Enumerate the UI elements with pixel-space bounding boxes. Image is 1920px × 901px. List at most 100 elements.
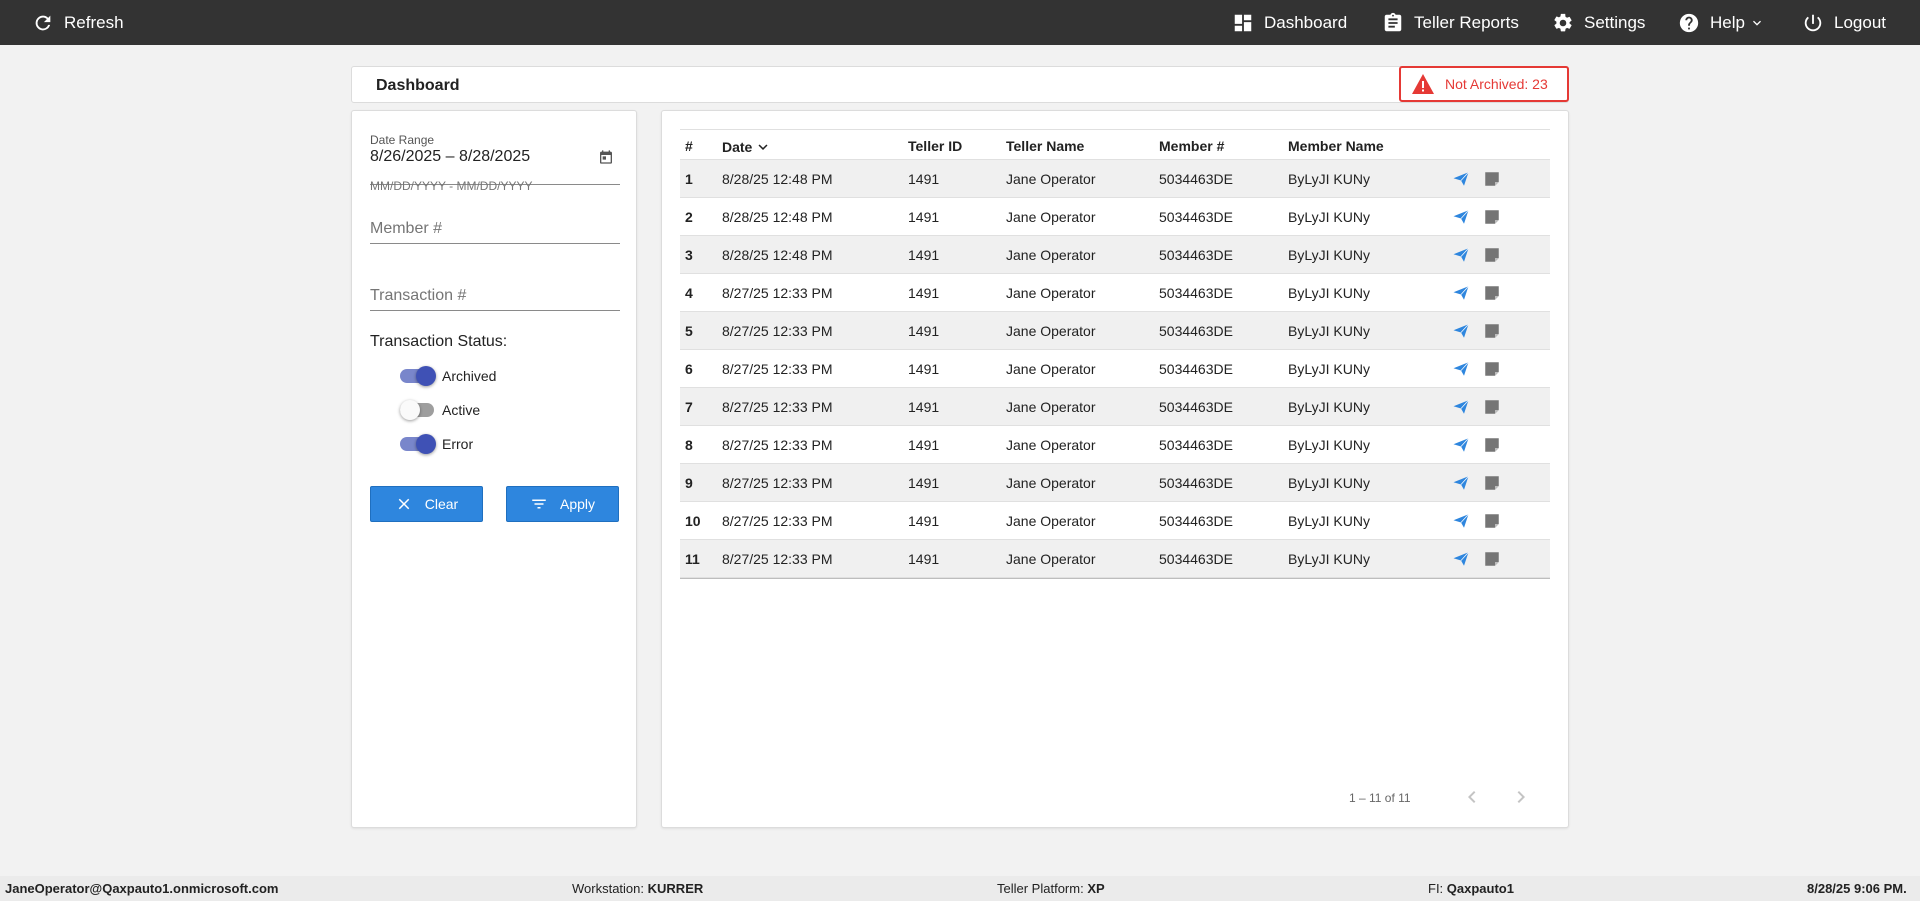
send-icon[interactable]	[1451, 474, 1471, 492]
dashboard-header: Dashboard	[351, 66, 1569, 103]
note-icon[interactable]	[1483, 550, 1501, 568]
nav-settings[interactable]: Settings	[1552, 0, 1645, 45]
row-teller-id: 1491	[908, 551, 940, 567]
toggle-error[interactable]: Error	[400, 434, 473, 454]
send-icon[interactable]	[1451, 322, 1471, 340]
row-member-number: 5034463DE	[1159, 437, 1233, 453]
transaction-input[interactable]	[370, 281, 620, 305]
row-number: 9	[685, 475, 693, 491]
row-teller-name: Jane Operator	[1006, 551, 1096, 567]
note-icon[interactable]	[1483, 436, 1501, 454]
table-row[interactable]: 6 8/27/25 12:33 PM 1491 Jane Operator 503446…	[680, 350, 1550, 388]
table-row[interactable]: 5 8/27/25 12:33 PM 1491 Jane Operator 503446…	[680, 312, 1550, 350]
row-teller-id: 1491	[908, 361, 940, 377]
power-icon	[1804, 14, 1822, 31]
table-row[interactable]: 4 8/27/25 12:33 PM 1491 Jane Operator 503446…	[680, 274, 1550, 312]
row-teller-name: Jane Operator	[1006, 323, 1096, 339]
footer-platform-label: Teller Platform:	[997, 881, 1084, 896]
active-switch[interactable]	[400, 400, 436, 420]
refresh-button[interactable]: Refresh	[32, 0, 124, 45]
send-icon[interactable]	[1451, 398, 1471, 416]
nav-teller-reports[interactable]: Teller Reports	[1382, 0, 1519, 45]
send-icon[interactable]	[1451, 360, 1471, 378]
table-row[interactable]: 10 8/27/25 12:33 PM 1491 Jane Operator 50344…	[680, 502, 1550, 540]
member-input[interactable]	[370, 214, 620, 238]
table-row[interactable]: 8 8/27/25 12:33 PM 1491 Jane Operator 503446…	[680, 426, 1550, 464]
nav-dashboard[interactable]: Dashboard	[1232, 0, 1347, 45]
send-icon[interactable]	[1451, 550, 1471, 568]
previous-page-icon[interactable]	[1460, 785, 1484, 809]
send-icon[interactable]	[1451, 170, 1471, 188]
archived-switch[interactable]	[400, 366, 436, 386]
page-title: Dashboard	[376, 77, 460, 94]
row-member-name: ByLyJI KUNy	[1288, 171, 1370, 187]
row-teller-name: Jane Operator	[1006, 361, 1096, 377]
note-icon[interactable]	[1483, 322, 1501, 340]
row-member-number: 5034463DE	[1159, 513, 1233, 529]
col-teller-name: Teller Name	[1006, 138, 1085, 154]
send-icon[interactable]	[1451, 436, 1471, 454]
send-icon[interactable]	[1451, 284, 1471, 302]
date-format-hint: MM/DD/YYYY - MM/DD/YYYY	[370, 179, 533, 193]
chevron-down-icon	[1752, 20, 1761, 26]
col-teller-id: Teller ID	[908, 138, 963, 154]
row-member-name: ByLyJI KUNy	[1288, 323, 1370, 339]
row-member-number: 5034463DE	[1159, 171, 1233, 187]
toggle-archived-label: Archived	[442, 368, 497, 384]
note-icon[interactable]	[1483, 360, 1501, 378]
not-archived-label: Not Archived: 23	[1445, 76, 1548, 92]
note-icon[interactable]	[1483, 398, 1501, 416]
send-icon[interactable]	[1451, 246, 1471, 264]
table-row[interactable]: 9 8/27/25 12:33 PM 1491 Jane Operator 503446…	[680, 464, 1550, 502]
table-row[interactable]: 3 8/28/25 12:48 PM 1491 Jane Operator 503446…	[680, 236, 1550, 274]
not-archived-alert[interactable]: Not Archived: 23	[1399, 66, 1569, 102]
row-date: 8/27/25 12:33 PM	[722, 399, 833, 415]
send-icon[interactable]	[1451, 208, 1471, 226]
row-teller-id: 1491	[908, 323, 940, 339]
row-member-name: ByLyJI KUNy	[1288, 247, 1370, 263]
transaction-field[interactable]	[370, 281, 620, 311]
calendar-icon[interactable]	[598, 149, 614, 165]
row-number: 6	[685, 361, 693, 377]
clear-button[interactable]: Clear	[370, 486, 483, 522]
next-page-icon[interactable]	[1509, 785, 1533, 809]
date-range-field[interactable]: Date Range 8/26/2025 – 8/28/2025	[370, 131, 620, 185]
footer-user: JaneOperator@Qaxpauto1.onmicrosoft.com	[5, 881, 279, 896]
nav-logout[interactable]: Logout	[1802, 0, 1886, 45]
row-member-number: 5034463DE	[1159, 361, 1233, 377]
nav-help-menu[interactable]: Help	[1678, 0, 1765, 45]
row-teller-name: Jane Operator	[1006, 475, 1096, 491]
table-row[interactable]: 7 8/27/25 12:33 PM 1491 Jane Operator 503446…	[680, 388, 1550, 426]
row-date: 8/28/25 12:48 PM	[722, 247, 833, 263]
row-member-name: ByLyJI KUNy	[1288, 437, 1370, 453]
note-icon[interactable]	[1483, 284, 1501, 302]
table-row[interactable]: 1 8/28/25 12:48 PM 1491 Jane Operator 503446…	[680, 160, 1550, 198]
note-icon[interactable]	[1483, 474, 1501, 492]
sort-desc-icon	[758, 144, 768, 150]
error-switch[interactable]	[400, 434, 436, 454]
note-icon[interactable]	[1483, 170, 1501, 188]
row-member-number: 5034463DE	[1159, 209, 1233, 225]
member-field[interactable]	[370, 214, 620, 244]
col-member-name: Member Name	[1288, 138, 1384, 154]
toggle-active-label: Active	[442, 402, 481, 418]
transaction-status-label: Transaction Status:	[370, 333, 508, 350]
transactions-panel: # Date Teller ID Teller Name Member # Me…	[661, 110, 1569, 828]
filter-panel: Date Range 8/26/2025 – 8/28/2025 MM/DD/Y…	[351, 110, 637, 828]
note-icon[interactable]	[1483, 246, 1501, 264]
row-teller-name: Jane Operator	[1006, 247, 1096, 263]
toggle-archived[interactable]: Archived	[400, 366, 496, 386]
send-icon[interactable]	[1451, 512, 1471, 530]
apply-button[interactable]: Apply	[506, 486, 619, 522]
note-icon[interactable]	[1483, 512, 1501, 530]
row-date: 8/27/25 12:33 PM	[722, 361, 833, 377]
row-teller-id: 1491	[908, 513, 940, 529]
col-date[interactable]: Date	[722, 138, 772, 156]
toggle-active[interactable]: Active	[400, 400, 480, 420]
table-row[interactable]: 2 8/28/25 12:48 PM 1491 Jane Operator 503446…	[680, 198, 1550, 236]
table-header: # Date Teller ID Teller Name Member # Me…	[680, 130, 1550, 160]
table-row[interactable]: 11 8/27/25 12:33 PM 1491 Jane Operator 50344…	[680, 540, 1550, 578]
note-icon[interactable]	[1483, 208, 1501, 226]
row-date: 8/27/25 12:33 PM	[722, 323, 833, 339]
nav-logout-label: Logout	[1834, 12, 1886, 32]
